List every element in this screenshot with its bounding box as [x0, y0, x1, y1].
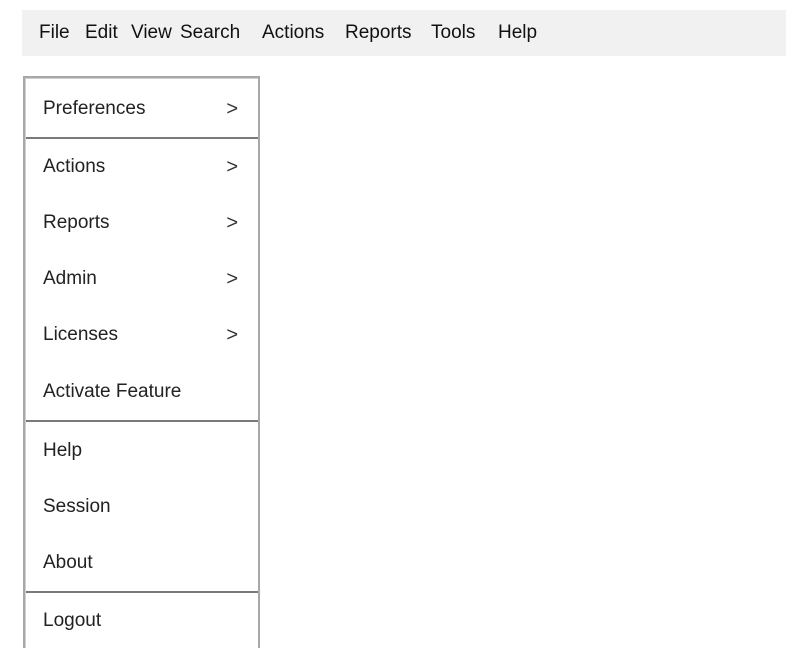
dropdown-menu: Preferences > Actions > Reports > Admin …	[23, 76, 260, 648]
menu-help[interactable]: Help	[498, 10, 537, 56]
menu-separator	[26, 420, 258, 422]
menu-item-actions[interactable]: Actions >	[26, 139, 258, 195]
menu-actions[interactable]: Actions	[262, 10, 324, 56]
menu-item-admin[interactable]: Admin >	[26, 251, 258, 307]
menu-tools[interactable]: Tools	[431, 10, 475, 56]
menu-item-label: Preferences	[43, 98, 146, 119]
menu-search[interactable]: Search	[180, 10, 240, 56]
menu-item-label: Actions	[43, 156, 106, 177]
menu-item-session[interactable]: Session	[26, 479, 258, 535]
menu-item-label: Help	[43, 440, 83, 461]
chevron-right-icon: >	[226, 212, 238, 234]
menu-item-label: Session	[43, 496, 111, 517]
chevron-right-icon: >	[226, 268, 238, 290]
menu-item-label: Activate Feature	[43, 381, 182, 402]
menu-item-label: Admin	[43, 268, 97, 289]
menu-item-logout[interactable]: Logout	[26, 593, 258, 649]
menu-item-reports[interactable]: Reports >	[26, 195, 258, 251]
menu-item-activate-feature[interactable]: Activate Feature	[26, 364, 258, 420]
menu-edit[interactable]: Edit	[85, 10, 118, 56]
menu-item-label: Licenses	[43, 324, 118, 345]
chevron-right-icon: >	[226, 324, 238, 346]
menu-item-help[interactable]: Help	[26, 423, 258, 479]
menu-item-label: Reports	[43, 212, 110, 233]
menu-item-about[interactable]: About	[26, 535, 258, 591]
menu-item-label: About	[43, 552, 93, 573]
menu-bar: File Edit View Search Actions Reports To…	[22, 10, 786, 56]
menu-view[interactable]: View	[131, 10, 172, 56]
chevron-right-icon: >	[226, 98, 238, 120]
chevron-right-icon: >	[226, 156, 238, 178]
menu-item-preferences[interactable]: Preferences >	[26, 81, 258, 137]
menu-file[interactable]: File	[39, 10, 70, 56]
menu-item-licenses[interactable]: Licenses >	[26, 307, 258, 363]
menu-item-label: Logout	[43, 610, 102, 631]
menu-reports[interactable]: Reports	[345, 10, 412, 56]
